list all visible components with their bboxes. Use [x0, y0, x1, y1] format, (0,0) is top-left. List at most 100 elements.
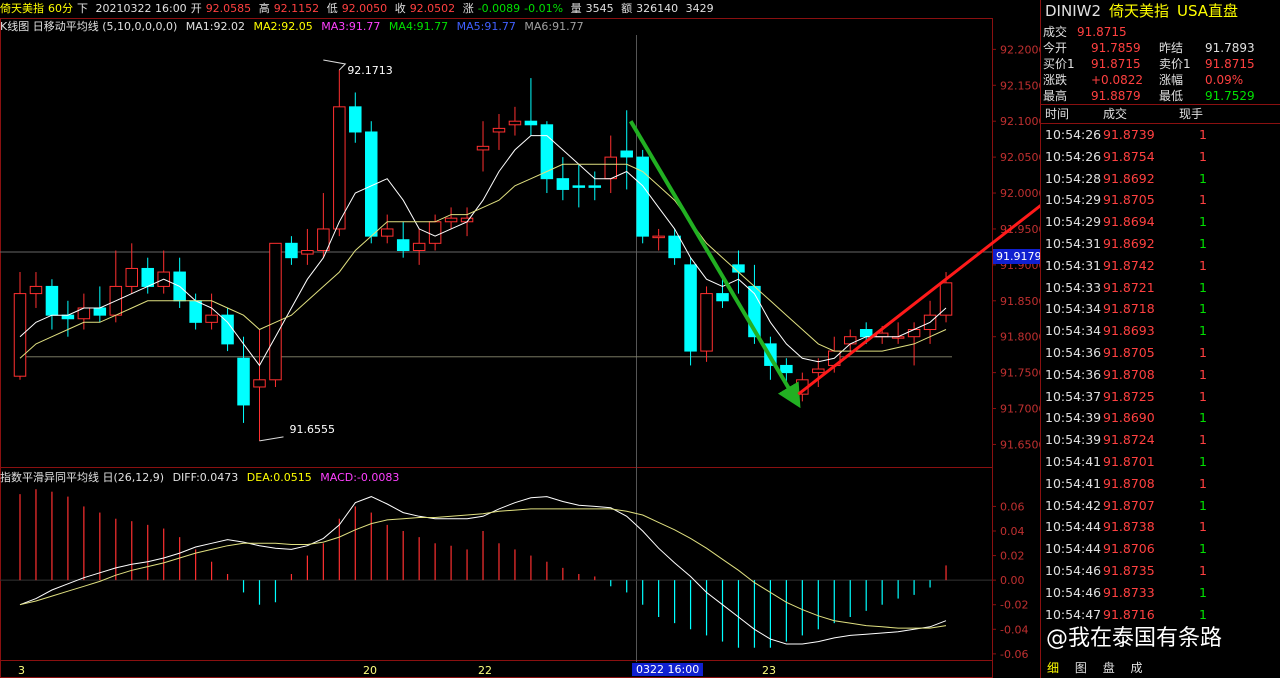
period[interactable]: 60分	[48, 2, 73, 15]
low-price: 91.7529	[1205, 89, 1255, 103]
tick-row[interactable]: 10:54:46 91.8735 1	[1041, 560, 1280, 582]
tab-chart[interactable]: 图	[1075, 661, 1087, 675]
tick-price: 91.8754	[1103, 148, 1155, 164]
tick-price: 91.8694	[1103, 214, 1155, 230]
ask-label: 卖价1	[1159, 57, 1191, 71]
col-vol: 现手	[1179, 107, 1204, 121]
candle-body-up	[269, 242, 282, 381]
tick-row[interactable]: 10:54:28 91.8692 1	[1041, 168, 1280, 190]
tick-row[interactable]: 10:54:29 91.8694 1	[1041, 211, 1280, 233]
candle-body-down	[93, 307, 107, 316]
tab-trades[interactable]: 成	[1131, 661, 1143, 675]
tick-row[interactable]: 10:54:36 91.8705 1	[1041, 342, 1280, 364]
quote-feed: USA直盘	[1177, 2, 1239, 20]
ma-legend-title[interactable]: K线图 日移动平均线 (5,10,0,0,0,0)	[0, 20, 177, 33]
tick-table-header: 时间 成交 现手	[1041, 104, 1280, 124]
bar-low: 92.0050	[341, 2, 388, 15]
tick-row[interactable]: 10:54:41 91.8708 1	[1041, 473, 1280, 495]
dea-value: DEA:0.0515	[246, 471, 312, 484]
quote-last-row: 成交 91.8715	[1043, 24, 1279, 40]
bar-volume: 3545	[585, 2, 614, 15]
candle-body-down	[780, 364, 793, 374]
high-price: 91.8879	[1091, 89, 1141, 103]
bar-amount: 326140	[636, 2, 679, 15]
tick-price: 91.8708	[1103, 366, 1155, 382]
tick-time: 10:54:36	[1045, 366, 1102, 382]
candle-body-up	[301, 250, 314, 255]
x-tick-label: 22	[478, 664, 492, 677]
tick-row[interactable]: 10:54:42 91.8707 1	[1041, 495, 1280, 517]
open-label: 开	[190, 2, 202, 15]
tab-detail[interactable]: 细	[1047, 661, 1059, 675]
tick-row[interactable]: 10:54:44 91.8706 1	[1041, 538, 1280, 560]
candle-body-down	[237, 357, 250, 406]
quote-panel: DINIW2 倚天美指 USA直盘 成交 91.8715 今开 91.7859 昨结…	[1040, 0, 1280, 678]
ma4-value: MA4:91.77	[388, 20, 449, 33]
tick-row[interactable]: 10:54:34 91.8693 1	[1041, 320, 1280, 342]
tick-row[interactable]: 10:54:41 91.8701 1	[1041, 451, 1280, 473]
tick-row[interactable]: 10:54:31 91.8742 1	[1041, 255, 1280, 277]
candle-body-up	[476, 145, 490, 151]
tick-price: 91.8705	[1103, 192, 1155, 208]
x-cursor-label: 0322 16:00	[632, 663, 704, 676]
tick-time: 10:54:39	[1045, 432, 1102, 448]
tick-price: 91.8692	[1103, 236, 1155, 251]
tick-row[interactable]: 10:54:31 91.8692 1	[1041, 233, 1280, 255]
tick-row[interactable]: 10:54:46 91.8733 1	[1041, 582, 1280, 604]
tick-row[interactable]: 10:54:37 91.8725 1	[1041, 386, 1280, 408]
macd-y-tick-label: 0.02	[1000, 550, 1025, 563]
tick-price: 91.8721	[1103, 279, 1155, 295]
tick-time: 10:54:36	[1045, 345, 1102, 360]
y-tick-label: 91.8500	[1000, 295, 1040, 308]
macd-y-tick-label: -0.02	[1000, 599, 1028, 612]
tick-row[interactable]: 10:54:34 91.8718 1	[1041, 298, 1280, 320]
current-price-marker: 91.9179	[993, 249, 1045, 264]
tick-row[interactable]: 10:54:44 91.8738 1	[1041, 516, 1280, 538]
x-tick-label: 3	[18, 664, 25, 677]
y-tick-label: 91.6500	[1000, 438, 1040, 451]
ma5-value: MA5:91.77	[456, 20, 516, 33]
high-marker-line	[323, 59, 347, 71]
candle-body-up	[939, 282, 953, 316]
tick-price: 91.8733	[1103, 584, 1155, 600]
watermark: @我在泰国有条路	[1046, 626, 1223, 651]
tick-volume: 1	[1199, 148, 1207, 164]
candle-body-down	[668, 235, 681, 259]
tick-volume: 1	[1199, 475, 1207, 491]
chart-header: 倚天美指 60分下 20210322 16:00 开 92.0585 高 92.1152…	[0, 0, 1037, 18]
tick-row[interactable]: 10:54:39 91.8724 1	[1041, 429, 1280, 451]
tick-time: 10:54:41	[1045, 454, 1102, 469]
chgpct-value: 0.09%	[1205, 73, 1244, 87]
tick-volume: 1	[1199, 214, 1207, 230]
tick-volume: 1	[1199, 170, 1207, 186]
macd-legend-title[interactable]: 指数平滑异同平均线 日(26,12,9)	[0, 471, 164, 484]
tick-row[interactable]: 10:54:26 91.8739 1	[1041, 124, 1280, 146]
bar-high: 92.1152	[273, 2, 320, 15]
tick-row[interactable]: 10:54:36 91.8708 1	[1041, 364, 1280, 386]
bottom-tabs: 细 图 盘 成	[1041, 658, 1280, 678]
tick-time: 10:54:26	[1045, 127, 1102, 142]
candle-body-up	[205, 314, 218, 323]
tick-time: 10:54:26	[1045, 148, 1102, 164]
candle-body-down	[636, 156, 649, 237]
tick-price: 91.8718	[1103, 301, 1155, 317]
bid-label: 买价1	[1043, 57, 1075, 71]
y-tick-label: 91.7000	[1000, 403, 1040, 416]
x-tick-label: 20	[363, 664, 377, 677]
volume-label: 量	[570, 2, 582, 15]
tab-book[interactable]: 盘	[1103, 661, 1115, 675]
y-tick-label: 92.2000	[1000, 43, 1040, 56]
bar-change: -0.0089	[477, 2, 521, 15]
downtrend-arrow	[628, 120, 801, 409]
macd-axis: 0.06 0.04 0.02 0.00 -0.02 -0.04 -0.06	[992, 500, 1028, 661]
tick-row[interactable]: 10:54:39 91.8690 1	[1041, 407, 1280, 429]
tick-row[interactable]: 10:54:26 91.8754 1	[1041, 146, 1280, 168]
candle-body-up	[428, 221, 442, 244]
chg-label: 涨跌	[1043, 73, 1068, 87]
ma-slow-line	[19, 163, 947, 359]
chart-annotations: 92.1713 91.6555	[259, 59, 1040, 442]
tick-volume: 1	[1199, 454, 1207, 469]
tick-row[interactable]: 10:54:33 91.8721 1	[1041, 277, 1280, 299]
tick-row[interactable]: 10:54:29 91.8705 1	[1041, 189, 1280, 211]
tick-volume: 1	[1199, 192, 1207, 208]
